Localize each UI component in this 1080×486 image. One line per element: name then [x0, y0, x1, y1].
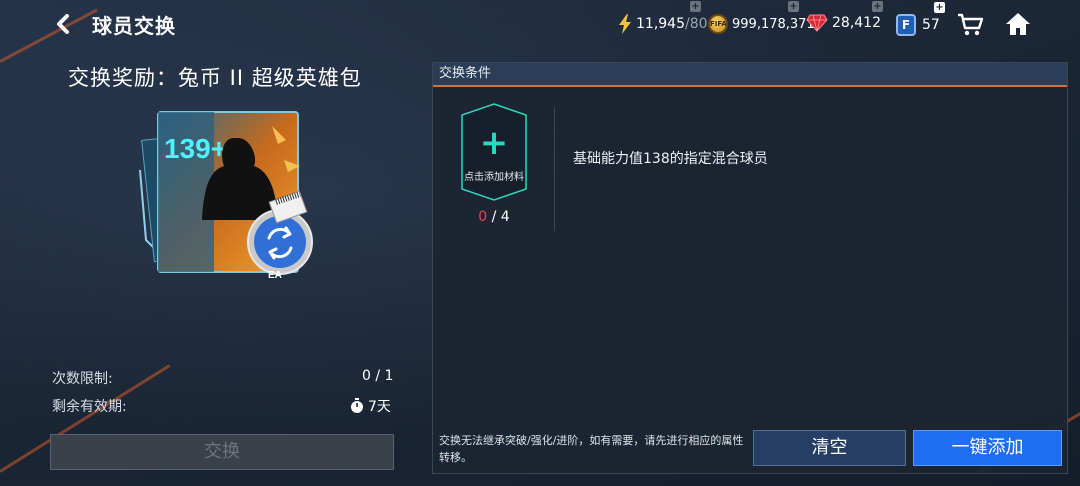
home-icon — [1006, 13, 1030, 35]
cart-icon — [958, 13, 984, 36]
pack-rating: 139+ — [164, 133, 227, 164]
add-material-slot[interactable]: + 点击添加材料 — [460, 103, 528, 201]
home-button[interactable] — [1004, 10, 1032, 38]
back-button[interactable] — [52, 10, 74, 38]
fc-points-counter: + F 57 — [896, 2, 945, 36]
plus-icon[interactable]: + — [872, 1, 883, 12]
plus-icon[interactable]: + — [934, 2, 945, 13]
gem-value: 28,412 — [832, 15, 881, 31]
exchange-button[interactable]: 交换 — [50, 434, 394, 470]
ea-logo: EA — [268, 270, 282, 281]
plus-icon[interactable]: + — [690, 1, 701, 12]
coin-counter: + FIFA 999,178,371 — [708, 1, 815, 34]
plus-icon[interactable]: + — [788, 1, 799, 12]
conditions-header: 交换条件 — [433, 63, 1067, 87]
reward-pack-image: 139+ EA — [138, 100, 320, 282]
add-material-label: 点击添加材料 — [464, 172, 524, 183]
energy-counter: + 11,945/80 — [618, 1, 708, 34]
validity-label: 剩余有效期: — [52, 399, 127, 415]
gem-counter: + 28,412 — [806, 1, 883, 32]
shop-button[interactable] — [956, 10, 984, 38]
slot-count: 0 / 4 — [460, 209, 528, 225]
requirement-text: 基础能力值138的指定混合球员 — [573, 151, 768, 167]
energy-value: 11,945 — [636, 16, 685, 32]
player-pack-icon: 139+ EA — [139, 111, 313, 281]
validity-value: 7天 — [368, 399, 391, 415]
fc-points-icon: F — [896, 14, 916, 36]
fc-points-value: 57 — [922, 17, 940, 33]
coin-icon: FIFA — [708, 14, 728, 34]
auto-add-button[interactable]: 一键添加 — [913, 430, 1062, 466]
energy-max: /80 — [685, 16, 708, 32]
chevron-left-icon — [57, 14, 69, 34]
slot-count-total: / 4 — [487, 209, 510, 225]
reward-title: 交换奖励：兔币 II 超级英雄包 — [68, 66, 362, 90]
slot-count-current: 0 — [478, 209, 488, 225]
clear-button[interactable]: 清空 — [753, 430, 906, 466]
conditions-panel: 交换条件 + 点击添加材料 0 / 4 基础能力值138的指定混合球员 交换无法… — [432, 62, 1068, 474]
count-limit-value: 0 / 1 — [362, 368, 394, 384]
validity-value-group: 7天 — [350, 396, 391, 416]
plus-icon: + — [479, 123, 509, 163]
count-limit-label: 次数限制: — [52, 371, 113, 387]
notice-text: 交换无法继承突破/强化/进阶，如有需要，请先进行相应的属性转移。 — [439, 434, 744, 464]
coin-value: 999,178,371 — [732, 16, 815, 32]
top-bar: 球员交换 + 11,945/80 + FIFA 999,178,371 + 28… — [0, 0, 1080, 48]
stopwatch-icon — [351, 398, 363, 413]
lightning-icon — [619, 14, 631, 34]
gem-icon — [806, 14, 828, 32]
divider — [554, 107, 555, 231]
page-title: 球员交换 — [92, 14, 176, 38]
